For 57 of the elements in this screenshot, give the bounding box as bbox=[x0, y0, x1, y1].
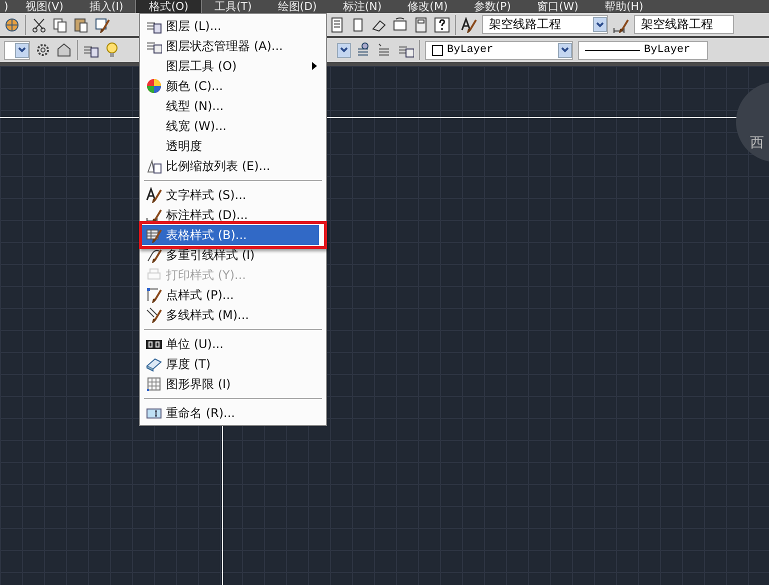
menu-bar-item[interactable]: ) bbox=[0, 0, 12, 13]
menu-item[interactable]: 多重引线样式 (I) bbox=[142, 245, 324, 265]
menu-bar-item[interactable]: 帮助(H) bbox=[591, 0, 656, 13]
menu-item[interactable]: 表格样式 (B)... bbox=[142, 225, 319, 245]
menu-item[interactable]: 单位 (U)... bbox=[142, 334, 324, 354]
help-icon[interactable] bbox=[434, 16, 450, 32]
text-style-dropdown[interactable]: 架空线路工程 bbox=[482, 15, 608, 34]
match-properties-icon[interactable] bbox=[94, 16, 110, 32]
house-icon[interactable] bbox=[56, 42, 72, 58]
point-style-icon bbox=[146, 287, 162, 303]
compass-label: 西 bbox=[750, 134, 764, 152]
scissors-icon[interactable] bbox=[31, 16, 47, 32]
thickness-icon bbox=[146, 356, 162, 372]
table-style-icon bbox=[146, 227, 162, 243]
menu-bar-item[interactable]: 标注(N) bbox=[330, 0, 395, 13]
scale-list-icon bbox=[146, 158, 162, 174]
menu-item[interactable]: 文字样式 (S)... bbox=[142, 185, 324, 205]
color-wheel-icon bbox=[146, 78, 162, 94]
paste-icon[interactable] bbox=[73, 16, 89, 32]
dimension-style-icon[interactable] bbox=[613, 16, 629, 32]
menu-bar-item[interactable]: 工具(T) bbox=[201, 0, 265, 13]
text-style-icon bbox=[146, 187, 162, 203]
menu-item[interactable]: 重命名 (R)... bbox=[142, 403, 324, 423]
menu-item[interactable]: 图形界限 (I) bbox=[142, 374, 324, 394]
calculator-icon[interactable] bbox=[413, 16, 429, 32]
lightbulb-icon[interactable] bbox=[104, 42, 120, 58]
submenu-arrow-icon bbox=[312, 62, 317, 70]
menu-bar-item[interactable]: 绘图(D) bbox=[264, 0, 330, 13]
menu-item[interactable]: 比例缩放列表 (E)... bbox=[142, 156, 324, 176]
dimension-style-icon bbox=[146, 207, 162, 223]
gear-icon[interactable] bbox=[35, 42, 51, 58]
menu-item[interactable]: 线宽 (W)... bbox=[142, 116, 324, 136]
menu-item[interactable]: 点样式 (P)... bbox=[142, 285, 324, 305]
menu-bar-item[interactable]: 格式(O) bbox=[136, 0, 202, 13]
menu-item[interactable]: 线型 (N)... bbox=[142, 96, 324, 116]
grid-limits-icon bbox=[146, 376, 162, 392]
dimension-style-dropdown[interactable]: 架空线路工程 bbox=[634, 15, 734, 34]
color-dropdown[interactable]: ByLayer bbox=[425, 40, 573, 60]
color-swatch-icon bbox=[432, 44, 443, 56]
menu-item[interactable]: 颜色 (C)... bbox=[142, 76, 324, 96]
menu-bar-item[interactable]: 修改(M) bbox=[394, 0, 461, 13]
menu-item[interactable]: 厚度 (T) bbox=[142, 354, 324, 374]
menu-item[interactable]: 多线样式 (M)... bbox=[142, 305, 324, 325]
menu-item[interactable]: 透明度 bbox=[142, 136, 324, 156]
menu-bar-item[interactable]: 插入(I) bbox=[76, 0, 136, 13]
menu-item[interactable]: 图层 (L)... bbox=[142, 16, 324, 36]
menu-item[interactable]: 标注样式 (D)... bbox=[142, 205, 324, 225]
linetype-dropdown[interactable]: ByLayer bbox=[578, 40, 708, 60]
menu-bar-item[interactable]: 视图(V) bbox=[12, 0, 76, 13]
globe-icon[interactable] bbox=[4, 16, 20, 32]
multileader-style-icon bbox=[146, 247, 162, 263]
menu-bar-item[interactable]: 窗口(W) bbox=[524, 0, 592, 13]
copy-icon[interactable] bbox=[52, 16, 68, 32]
multiline-style-icon bbox=[146, 307, 162, 323]
menu-item[interactable]: 图层状态管理器 (A)... bbox=[142, 36, 324, 56]
text-style-icon[interactable] bbox=[461, 16, 477, 32]
menu-bar-item[interactable]: 参数(P) bbox=[460, 0, 524, 13]
